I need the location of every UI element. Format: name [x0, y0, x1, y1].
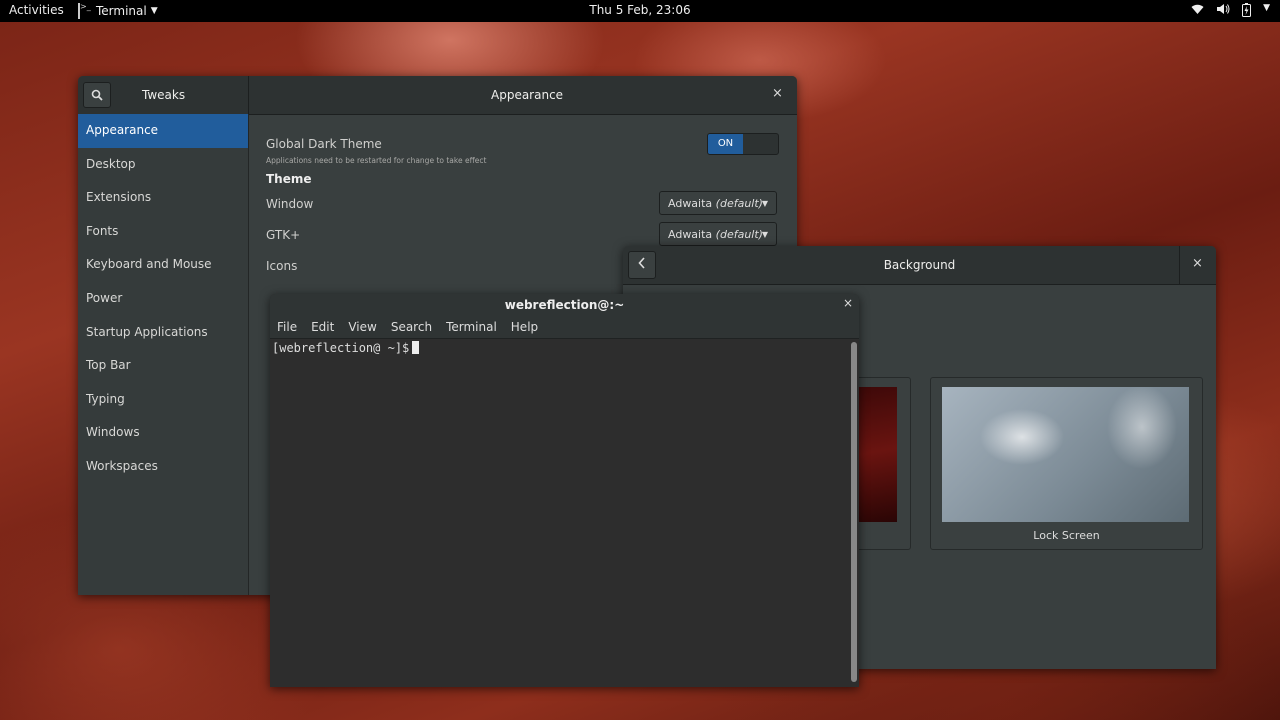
clock[interactable]: Thu 5 Feb, 23:06 — [589, 3, 690, 17]
menu-edit[interactable]: Edit — [304, 320, 341, 334]
chevron-down-icon[interactable]: ▼ — [1263, 3, 1270, 20]
sidebar-item-power[interactable]: Power — [78, 282, 248, 316]
lock-screen-caption: Lock Screen — [1033, 529, 1100, 542]
sidebar-item-appearance[interactable]: Appearance — [78, 114, 248, 148]
terminal-icon: >_ — [78, 3, 91, 19]
terminal-window: webreflection@:~ × File Edit View Search… — [270, 294, 859, 687]
sidebar-item-windows[interactable]: Windows — [78, 416, 248, 450]
terminal-scrollbar[interactable] — [851, 342, 857, 682]
chevron-down-icon: ▼ — [150, 6, 158, 16]
menu-view[interactable]: View — [341, 320, 383, 334]
chevron-down-icon: ▼ — [761, 199, 768, 208]
menu-help[interactable]: Help — [504, 320, 545, 334]
gtk-theme-dropdown[interactable]: Adwaita (default) ▼ — [659, 222, 777, 246]
tweaks-headerbar: Tweaks Appearance × — [78, 76, 797, 115]
search-icon — [91, 89, 103, 101]
gtk-theme-value: Adwaita — [668, 228, 713, 241]
sidebar-item-extensions[interactable]: Extensions — [78, 181, 248, 215]
sidebar-title: Tweaks — [142, 88, 186, 102]
window-theme-label: Window — [266, 197, 314, 211]
terminal-menubar: File Edit View Search Terminal Help — [270, 316, 859, 339]
terminal-prompt: [webreflection@ ~]$ — [272, 341, 420, 355]
volume-icon[interactable] — [1216, 3, 1230, 20]
menu-file[interactable]: File — [270, 320, 304, 334]
wifi-icon[interactable] — [1191, 3, 1204, 20]
theme-heading: Theme — [266, 172, 312, 186]
gtk-theme-default-tag: (default) — [715, 228, 763, 241]
sidebar-item-desktop[interactable]: Desktop — [78, 148, 248, 182]
terminal-output[interactable]: [webreflection@ ~]$ — [270, 339, 850, 687]
close-button[interactable]: × — [772, 86, 783, 101]
app-menu-label: Terminal — [96, 4, 147, 18]
sidebar-item-keyboard-mouse[interactable]: Keyboard and Mouse — [78, 248, 248, 282]
tweaks-sidebar: Appearance Desktop Extensions Fonts Keyb… — [78, 114, 249, 595]
switch-on-label: ON — [708, 134, 743, 154]
chevron-down-icon: ▼ — [761, 230, 768, 239]
icons-theme-label: Icons — [266, 259, 298, 273]
search-button[interactable] — [83, 82, 111, 108]
global-dark-theme-switch[interactable]: ON — [707, 133, 779, 155]
restart-note: Applications need to be restarted for ch… — [266, 156, 487, 165]
system-tray[interactable]: ▼ — [1191, 3, 1270, 20]
window-theme-value: Adwaita — [668, 197, 713, 210]
background-title: Background — [883, 258, 956, 272]
terminal-title: webreflection@:~ — [504, 298, 625, 312]
menu-search[interactable]: Search — [384, 320, 439, 334]
sidebar-item-workspaces[interactable]: Workspaces — [78, 450, 248, 484]
menu-terminal[interactable]: Terminal — [439, 320, 504, 334]
app-menu[interactable]: >_ Terminal ▼ — [78, 0, 158, 22]
header-separator — [1179, 246, 1180, 284]
top-bar: Activities >_ Terminal ▼ Thu 5 Feb, 23:0… — [0, 0, 1280, 22]
prompt-text: [webreflection@ ~]$ — [272, 341, 410, 355]
sidebar-item-startup-applications[interactable]: Startup Applications — [78, 316, 248, 350]
text-cursor — [412, 341, 420, 354]
panel-title: Appearance — [491, 88, 564, 102]
battery-icon[interactable] — [1242, 3, 1252, 20]
lock-screen-thumbnail — [942, 387, 1189, 522]
gtk-theme-label: GTK+ — [266, 228, 301, 242]
sidebar-item-fonts[interactable]: Fonts — [78, 215, 248, 249]
close-button[interactable]: × — [843, 296, 853, 310]
activities-button[interactable]: Activities — [9, 3, 64, 17]
terminal-titlebar[interactable]: webreflection@:~ × — [270, 294, 859, 316]
lock-screen-card[interactable]: Lock Screen — [930, 377, 1203, 550]
sidebar-item-typing[interactable]: Typing — [78, 383, 248, 417]
background-headerbar: Background × — [623, 246, 1216, 285]
window-theme-dropdown[interactable]: Adwaita (default) ▼ — [659, 191, 777, 215]
header-separator — [248, 76, 249, 114]
window-theme-default-tag: (default) — [715, 197, 763, 210]
global-dark-theme-label: Global Dark Theme — [266, 137, 382, 151]
close-button[interactable]: × — [1192, 256, 1203, 271]
sidebar-item-top-bar[interactable]: Top Bar — [78, 349, 248, 383]
